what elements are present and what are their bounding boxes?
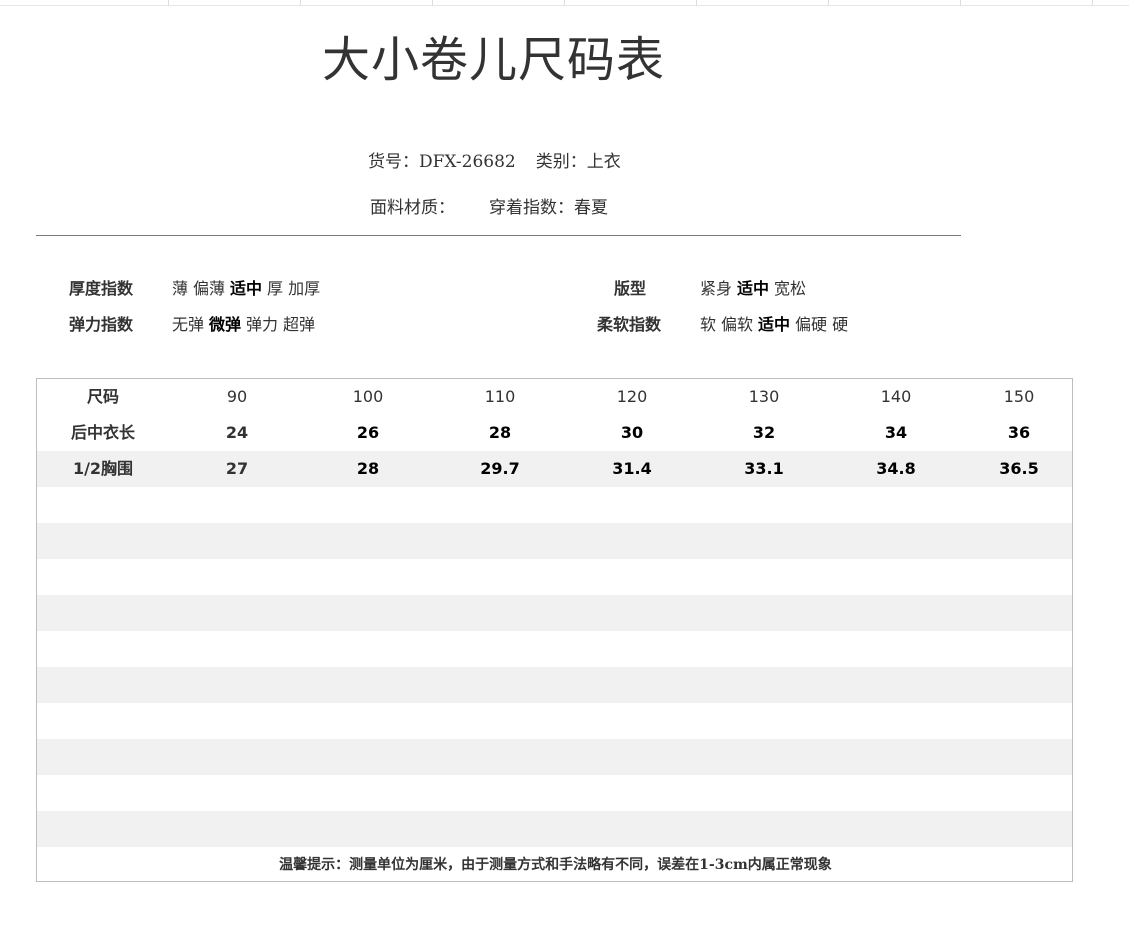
index-option: 宽松 — [774, 279, 807, 298]
size-cell: 100 — [352, 387, 384, 406]
row-label-chest: 1/2胸围 — [72, 459, 134, 478]
index-option: 超弹 — [283, 315, 316, 334]
index-option: 适中 — [758, 315, 791, 334]
empty-row — [37, 631, 1072, 667]
thickness-label: 厚度指数 — [69, 279, 134, 298]
size-cell: 140 — [880, 387, 912, 406]
size-cell: 120 — [616, 387, 648, 406]
value-cell: 24 — [225, 423, 249, 442]
size-cell: 150 — [1003, 387, 1035, 406]
season-value: 春夏 — [574, 198, 608, 218]
empty-row — [37, 595, 1072, 631]
spreadsheet-column-strip — [0, 0, 1129, 6]
value-cell: 31.4 — [612, 459, 652, 478]
page-title: 大小卷儿尺码表 — [322, 32, 666, 88]
softness-options: 软偏软 适中 偏硬硬 — [700, 314, 853, 336]
table-row: 后中衣长 24 26 28 30 32 34 36 — [37, 415, 1072, 451]
item-no-value: DFX-26682 — [419, 152, 516, 172]
size-row: 尺码 90 100 110 120 130 140 150 — [37, 379, 1072, 415]
index-option: 微弹 — [209, 315, 242, 334]
empty-row — [37, 811, 1072, 847]
fit-options: 紧身 适中 宽松 — [700, 278, 811, 300]
index-option: 适中 — [737, 279, 770, 298]
index-option: 软 — [700, 315, 717, 334]
measurement-note: 温馨提示：测量单位为厘米，由于测量方式和手法略有不同，误差在1-3cm内属正常现… — [279, 857, 832, 873]
value-cell: 26 — [356, 423, 380, 442]
value-cell: 36.5 — [999, 459, 1039, 478]
value-cell: 27 — [225, 459, 249, 478]
size-table: 尺码 90 100 110 120 130 140 150 后中衣长 24 26… — [36, 378, 1073, 882]
value-cell: 34 — [884, 423, 908, 442]
elasticity-label: 弹力指数 — [69, 315, 134, 334]
softness-label: 柔软指数 — [597, 315, 662, 334]
table-row: 1/2胸围 27 28 29.7 31.4 33.1 34.8 36.5 — [37, 451, 1072, 487]
value-cell: 34.8 — [876, 459, 916, 478]
size-cell: 130 — [748, 387, 780, 406]
index-option: 薄 — [172, 279, 189, 298]
index-option: 适中 — [230, 279, 263, 298]
empty-row — [37, 523, 1072, 559]
fit-label: 版型 — [614, 279, 647, 298]
season-label: 穿着指数： — [489, 198, 574, 218]
category-label: 类别： — [535, 152, 587, 172]
size-header-label: 尺码 — [86, 387, 119, 406]
fabric-label: 面料材质： — [370, 198, 455, 218]
empty-row — [37, 739, 1072, 775]
index-option: 偏薄 — [193, 279, 226, 298]
value-cell: 29.7 — [480, 459, 520, 478]
index-option: 厚 — [267, 279, 284, 298]
index-option: 偏软 — [721, 315, 754, 334]
row-label-length: 后中衣长 — [70, 423, 135, 442]
empty-row — [37, 559, 1072, 595]
meta-line-1: 货号：DFX-26682 类别：上衣 — [368, 150, 621, 174]
size-cell: 90 — [226, 387, 248, 406]
item-no-label: 货号： — [368, 152, 419, 172]
category-value: 上衣 — [586, 152, 621, 172]
elasticity-options: 无弹 微弹 弹力 超弹 — [172, 314, 320, 336]
empty-row — [37, 487, 1072, 523]
divider — [36, 235, 961, 236]
value-cell: 33.1 — [744, 459, 784, 478]
empty-row — [37, 775, 1072, 811]
empty-row — [37, 667, 1072, 703]
value-cell: 36 — [1007, 423, 1031, 442]
index-option: 硬 — [832, 315, 849, 334]
value-cell: 30 — [620, 423, 644, 442]
meta-line-2: 面料材质： 穿着指数：春夏 — [370, 196, 608, 220]
size-cell: 110 — [484, 387, 516, 406]
empty-row — [37, 703, 1072, 739]
value-cell: 32 — [752, 423, 776, 442]
value-cell: 28 — [356, 459, 380, 478]
index-option: 无弹 — [172, 315, 205, 334]
index-option: 紧身 — [700, 279, 733, 298]
index-option: 加厚 — [288, 279, 321, 298]
index-option: 偏硬 — [795, 315, 828, 334]
index-option: 弹力 — [246, 315, 279, 334]
value-cell: 28 — [488, 423, 512, 442]
thickness-options: 薄偏薄 适中厚加厚 — [172, 278, 325, 300]
